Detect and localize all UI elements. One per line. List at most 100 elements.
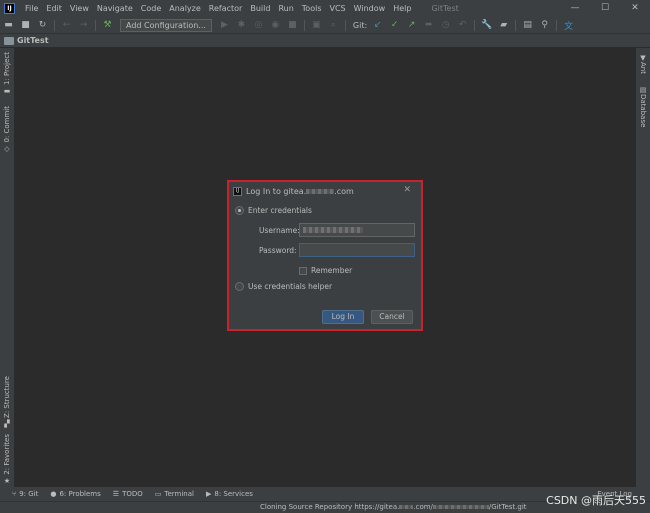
- menu-file[interactable]: File: [21, 0, 42, 17]
- menu-analyze[interactable]: Analyze: [165, 0, 205, 17]
- tab-favorites-label: 2: Favorites: [3, 434, 11, 475]
- search-everywhere-icon[interactable]: ⌕: [327, 19, 340, 32]
- toolbar-separator: [556, 19, 558, 31]
- project-folder-icon[interactable]: ▰: [497, 19, 510, 32]
- settings-wrench-icon[interactable]: 🔧: [480, 19, 493, 32]
- tab-commit[interactable]: 0: Commit ◇: [1, 106, 13, 153]
- stop-icon[interactable]: ■: [286, 19, 299, 32]
- status-prefix: Cloning Source Repository https://gitea.: [260, 503, 400, 511]
- tab-ant[interactable]: ▼ Ant: [637, 52, 649, 74]
- git-rollback-icon[interactable]: ↶: [456, 19, 469, 32]
- tab-project[interactable]: 1: Project ▬: [1, 52, 13, 95]
- menu-refactor[interactable]: Refactor: [205, 0, 247, 17]
- tab-structure[interactable]: Z: Structure ▞: [1, 376, 13, 428]
- main-toolbar: ▬ ■ ↻ ← → ⚒ Add Configuration... ▶ ✱ ◎ ◉…: [0, 17, 650, 34]
- git-history-icon[interactable]: ◷: [439, 19, 452, 32]
- menu-run[interactable]: Run: [274, 0, 297, 17]
- tab-database[interactable]: ▤ Database: [637, 84, 649, 127]
- open-folder-icon[interactable]: ▬: [2, 19, 15, 32]
- menu-window[interactable]: Window: [350, 0, 390, 17]
- username-field[interactable]: [299, 223, 415, 237]
- navigation-bar: GitTest: [0, 34, 650, 48]
- status-message: Cloning Source Repository https://gitea.…: [260, 503, 527, 511]
- window-title: GitTest: [431, 4, 459, 13]
- dialog-title: Log In to gitea. .com: [246, 187, 354, 196]
- maximize-button[interactable]: ☐: [590, 0, 620, 17]
- profile-icon[interactable]: ◉: [269, 19, 282, 32]
- intellij-icon: IJ: [233, 186, 242, 196]
- translate-icon[interactable]: 文: [562, 19, 575, 32]
- menu-view[interactable]: View: [66, 0, 93, 17]
- save-all-icon[interactable]: ■: [19, 19, 32, 32]
- git-update-icon[interactable]: ↙: [371, 19, 384, 32]
- terminal-window-icon[interactable]: ▤: [521, 19, 534, 32]
- database-icon: ▤: [639, 86, 647, 94]
- menu-help[interactable]: Help: [389, 0, 415, 17]
- tab-commit-label: 0: Commit: [3, 106, 11, 143]
- project-structure-icon[interactable]: ▣: [310, 19, 323, 32]
- login-button[interactable]: Log In: [322, 310, 364, 324]
- star-icon: ★: [3, 476, 11, 485]
- back-arrow-icon[interactable]: ←: [60, 19, 73, 32]
- credentials-helper-option[interactable]: Use credentials helper: [235, 282, 332, 291]
- toolbar-separator: [474, 19, 476, 31]
- run-icon[interactable]: ▶: [218, 19, 231, 32]
- git-branch-icon: ⑂: [12, 490, 17, 498]
- toolbar-separator: [515, 19, 517, 31]
- search-icon[interactable]: ⚲: [538, 19, 551, 32]
- git-label: Git:: [352, 20, 368, 30]
- dialog-title-prefix: Log In to gitea.: [246, 186, 307, 196]
- dialog-title-suffix: .com: [334, 186, 354, 196]
- sync-icon[interactable]: ↻: [36, 19, 49, 32]
- tab-terminal-label: Terminal: [164, 490, 194, 498]
- git-compare-icon[interactable]: ⬌: [422, 19, 435, 32]
- git-commit-icon[interactable]: ✓: [388, 19, 401, 32]
- enter-credentials-option[interactable]: Enter credentials: [235, 206, 312, 215]
- menu-bar: IJ File Edit View Navigate Code Analyze …: [0, 0, 650, 17]
- debug-icon[interactable]: ✱: [235, 19, 248, 32]
- tab-problems[interactable]: ● 6: Problems: [50, 490, 100, 498]
- tab-services[interactable]: ▶ 8: Services: [206, 490, 253, 498]
- commit-icon: ◇: [4, 144, 10, 153]
- breadcrumb-project[interactable]: GitTest: [17, 36, 49, 45]
- terminal-icon: ▭: [154, 490, 162, 498]
- right-tool-strip: ▼ Ant ▤ Database: [636, 48, 650, 487]
- toolbar-separator: [344, 19, 346, 31]
- build-hammer-icon[interactable]: ⚒: [101, 19, 114, 32]
- status-mid: .com/: [413, 503, 433, 511]
- run-configuration-select[interactable]: Add Configuration...: [120, 18, 212, 32]
- remember-checkbox-row[interactable]: Remember: [299, 266, 352, 275]
- close-window-button[interactable]: ✕: [620, 0, 650, 17]
- tab-terminal[interactable]: ▭ Terminal: [155, 490, 194, 498]
- menu-tools[interactable]: Tools: [298, 0, 326, 17]
- forward-arrow-icon[interactable]: →: [77, 19, 90, 32]
- tab-project-label: 1: Project: [3, 52, 11, 85]
- username-label: Username:: [259, 226, 300, 235]
- folder-icon: [4, 36, 14, 45]
- menu-build[interactable]: Build: [246, 0, 274, 17]
- csdn-watermark: CSDN @雨后天555: [546, 494, 646, 507]
- menu-vcs[interactable]: VCS: [326, 0, 350, 17]
- redacted-text: [306, 188, 335, 194]
- menu-edit[interactable]: Edit: [42, 0, 66, 17]
- password-field[interactable]: [299, 243, 415, 257]
- tab-todo[interactable]: ☰ TODO: [113, 490, 143, 498]
- credentials-helper-label: Use credentials helper: [248, 282, 333, 291]
- radio-unselected-icon[interactable]: [235, 282, 244, 291]
- tab-git[interactable]: ⑂ 9: Git: [12, 490, 38, 498]
- coverage-icon[interactable]: ◎: [252, 19, 265, 32]
- cancel-button[interactable]: Cancel: [371, 310, 413, 324]
- minimize-button[interactable]: —: [560, 0, 590, 17]
- menu-navigate[interactable]: Navigate: [93, 0, 137, 17]
- tab-todo-label: TODO: [122, 490, 143, 498]
- status-suffix: /GitTest.git: [488, 503, 527, 511]
- tab-favorites[interactable]: 2: Favorites ★: [1, 434, 13, 485]
- project-folder-icon: ▬: [3, 87, 11, 95]
- toolbar-separator: [95, 19, 96, 31]
- radio-selected-icon[interactable]: [235, 206, 244, 215]
- remember-checkbox[interactable]: [299, 266, 307, 275]
- dialog-close-button[interactable]: ✕: [403, 185, 411, 195]
- tab-problems-label: 6: Problems: [59, 490, 101, 498]
- git-push-icon[interactable]: ↗: [405, 19, 418, 32]
- menu-code[interactable]: Code: [137, 0, 165, 17]
